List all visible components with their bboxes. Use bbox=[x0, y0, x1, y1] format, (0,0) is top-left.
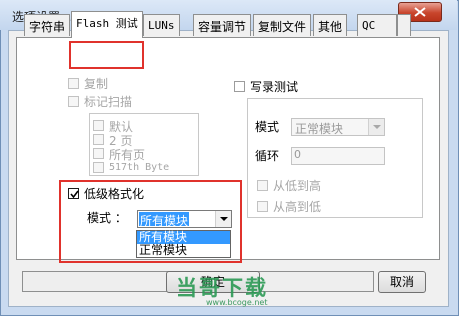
write-mode-value: 正常模块 bbox=[295, 122, 344, 136]
tab-label: LUNs bbox=[148, 19, 175, 32]
tab-label: Flash 测试 bbox=[76, 17, 138, 30]
tab-capacity[interactable]: 容量调节 bbox=[193, 14, 252, 36]
check-icon bbox=[70, 190, 79, 199]
write-mode-select[interactable]: 正常模块 bbox=[291, 118, 385, 136]
tab-label: 字符串 bbox=[29, 20, 66, 34]
tab-scroll bbox=[397, 14, 411, 36]
scan-517-checkbox[interactable] bbox=[93, 162, 104, 173]
watermark-url: www.bcoge.net bbox=[206, 298, 268, 307]
dropdown-option-normal-modules[interactable]: 正常模块 bbox=[137, 244, 230, 257]
scan-all-pages-label: 所有页 bbox=[109, 148, 146, 162]
format-mode-select[interactable]: 所有模块 bbox=[137, 210, 232, 228]
scan-default-checkbox[interactable] bbox=[93, 120, 104, 131]
write-test-label: 写录测试 bbox=[250, 80, 299, 94]
tab-label: 复制文件 bbox=[258, 20, 307, 34]
low-to-high-label: 从低到高 bbox=[273, 179, 322, 193]
cancel-button[interactable]: 取消 bbox=[378, 271, 426, 293]
low-format-checkbox[interactable] bbox=[68, 188, 79, 199]
chevron-down-icon bbox=[368, 119, 384, 135]
copy-label: 复制 bbox=[84, 77, 109, 91]
tab-qc[interactable]: QC bbox=[357, 14, 397, 36]
tab-other[interactable]: 其他 bbox=[313, 14, 348, 36]
scan-all-pages-checkbox[interactable] bbox=[93, 148, 104, 159]
tab-copy-files[interactable]: 复制文件 bbox=[253, 14, 312, 36]
tab-label: 其他 bbox=[318, 20, 343, 34]
flash-test-panel: 复制 标记扫描 默认 2 页 所有页 517th Byte 写录测试 模式 正常… bbox=[16, 37, 440, 260]
format-mode-label: 模式 ： bbox=[87, 211, 127, 225]
write-mode-label: 模式 bbox=[255, 120, 280, 134]
chevron-down-icon bbox=[215, 211, 231, 227]
low-format-label: 低级格式化 bbox=[84, 187, 145, 201]
copy-checkbox[interactable] bbox=[68, 78, 79, 89]
high-to-low-radio[interactable] bbox=[257, 201, 268, 212]
mark-scan-checkbox[interactable] bbox=[68, 96, 79, 107]
tab-label: QC bbox=[362, 19, 376, 32]
tab-luns[interactable]: LUNs bbox=[143, 14, 180, 36]
scan-517-label: 517th Byte bbox=[109, 162, 170, 173]
format-mode-value: 所有模块 bbox=[139, 212, 190, 228]
scan-2page-checkbox[interactable] bbox=[93, 134, 104, 145]
loop-input[interactable]: 0 bbox=[291, 147, 385, 165]
mark-scan-label: 标记扫描 bbox=[84, 95, 133, 109]
high-to-low-label: 从高到低 bbox=[273, 200, 322, 214]
close-icon bbox=[414, 7, 426, 17]
loop-label: 循环 bbox=[255, 149, 280, 163]
tab-label: 容量调节 bbox=[198, 20, 247, 34]
tab-flash-test[interactable]: Flash 测试 bbox=[71, 11, 143, 38]
tab-strings[interactable]: 字符串 bbox=[24, 14, 71, 36]
low-to-high-radio[interactable] bbox=[257, 180, 268, 191]
write-test-checkbox[interactable] bbox=[234, 81, 245, 92]
format-mode-dropdown: 所有模块 正常模块 bbox=[136, 230, 231, 258]
